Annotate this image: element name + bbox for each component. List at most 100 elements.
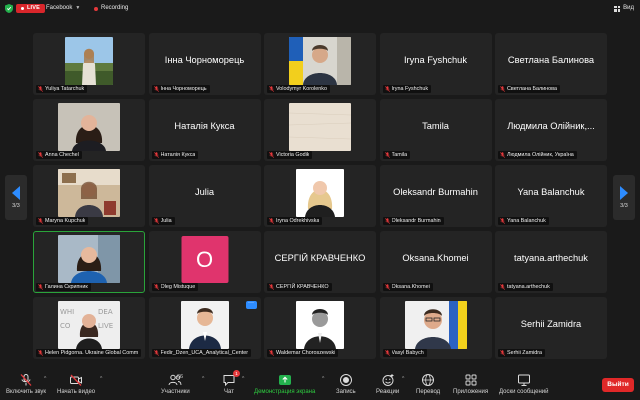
- participants-button[interactable]: 66 Участники: [161, 373, 190, 395]
- participant-name-caption: Tamila: [382, 151, 411, 159]
- participant-video-frame: [58, 169, 120, 217]
- participant-tile[interactable]: СЕРГІЙ КРАВЧЕНКО СЕРГІЙ КРАВЧЕНКО: [264, 231, 376, 293]
- participant-name-caption: Yana Balanchuk: [498, 217, 549, 225]
- participant-caption-text: Oleksandr Burmahin: [391, 218, 441, 224]
- participant-tile[interactable]: Waldemar Choroszewski: [264, 297, 376, 359]
- participant-tile[interactable]: tatyana.arthechuk tatyana.arthechuk: [495, 231, 607, 293]
- arrow-left-icon: [12, 186, 20, 200]
- participant-video-frame: WHI DEA CO LIVE: [58, 301, 120, 349]
- participant-display-name: Yana Balanchuk: [517, 187, 585, 197]
- gallery-grid-icon: [614, 5, 621, 12]
- reactions-button[interactable]: Реакции: [376, 373, 399, 395]
- participant-tile[interactable]: WHI DEA CO LIVE Helen Pidgorna. Ukraine Glob…: [33, 297, 145, 359]
- participant-video-frame: [404, 301, 467, 349]
- participant-caption-text: Serhii Zamidra: [507, 350, 543, 356]
- participant-tile[interactable]: Vasyl Babych: [379, 297, 492, 359]
- participant-tile[interactable]: Serhii Zamidra Serhii Zamidra: [495, 297, 607, 359]
- participant-caption-text: Oleg Mistuque: [160, 284, 196, 290]
- whiteboards-button[interactable]: Доски сообщений: [499, 373, 549, 395]
- microphone-muted-icon: [153, 152, 159, 158]
- share-screen-button[interactable]: Демонстрация экрана: [254, 373, 315, 395]
- svg-text:WHI: WHI: [60, 308, 74, 316]
- participant-caption-text: Наталія Кукса: [160, 152, 196, 158]
- video-options-caret-icon[interactable]: ^: [100, 376, 102, 382]
- participant-tile[interactable]: Oksana.Khomei Oksana.Khomei: [379, 231, 492, 293]
- participant-tile[interactable]: ··· Fedir_Dzen_UCA_Analytical_Center: [148, 297, 261, 359]
- participant-caption-text: Галина Скрипник: [45, 284, 88, 290]
- participant-name-caption: Helen Pidgorna. Ukraine Global Comm: [36, 349, 142, 357]
- unmute-button[interactable]: Включить звук: [6, 373, 46, 395]
- live-badge[interactable]: LIVE: [16, 4, 46, 13]
- participant-tile[interactable]: Tamila Tamila: [379, 99, 492, 161]
- participant-name-caption: Наталія Кукса: [151, 151, 199, 159]
- participant-tile[interactable]: Людмила Олійник,... Людмила Олійник, Укра…: [495, 99, 607, 161]
- reactions-smile-icon: [382, 374, 394, 386]
- tile-more-options-button[interactable]: ···: [245, 300, 257, 309]
- start-video-button[interactable]: Начать видео: [57, 373, 95, 395]
- chat-label: Чат: [224, 389, 234, 395]
- participant-tile[interactable]: Iryna Fyshchuk Iryna Fyshchuk: [379, 33, 492, 95]
- audio-options-caret-icon[interactable]: ^: [44, 376, 46, 382]
- participant-caption-text: Tamila: [391, 152, 408, 158]
- participants-options-caret-icon[interactable]: ^: [202, 376, 204, 382]
- participant-tile[interactable]: Светлана Балинова Светлана Балинова: [495, 33, 607, 95]
- record-button[interactable]: Запись: [336, 373, 356, 395]
- reactions-options-caret-icon[interactable]: ^: [402, 376, 404, 382]
- zoom-meeting-window: LIVE Facebook ▼ Recording Вид 3/3 3/3 Yu…: [0, 0, 640, 400]
- participant-caption-text: Waldemar Choroszewski: [276, 350, 336, 356]
- recording-indicator[interactable]: Recording: [94, 4, 128, 13]
- view-button[interactable]: Вид: [614, 4, 634, 13]
- participant-display-name: Людмила Олійник,...: [507, 121, 595, 131]
- participants-label: Участники: [161, 389, 190, 395]
- previous-page-button[interactable]: 3/3: [5, 175, 27, 220]
- participant-caption-text: Helen Pidgorna. Ukraine Global Comm: [45, 350, 139, 356]
- chat-options-caret-icon[interactable]: ^: [242, 376, 244, 382]
- chat-button[interactable]: 1 Чат: [222, 370, 240, 395]
- participant-tile[interactable]: Наталія Кукса Наталія Кукса: [148, 99, 261, 161]
- microphone-muted-icon: [38, 350, 43, 356]
- participant-tile[interactable]: Anna Chechel: [33, 99, 145, 161]
- participant-tile[interactable]: Галина Скрипник: [33, 231, 145, 293]
- whiteboards-label: Доски сообщений: [499, 389, 549, 395]
- live-label: LIVE: [27, 5, 41, 11]
- participant-tile[interactable]: Maryna Kupchuk: [33, 165, 145, 227]
- participant-name-caption: Waldemar Choroszewski: [267, 349, 339, 357]
- participant-name-caption: Інна Чорноморець: [151, 85, 210, 93]
- participant-tile[interactable]: Yuliya Tatarchuk: [33, 33, 145, 95]
- security-shield-icon[interactable]: [5, 4, 13, 13]
- participant-tile[interactable]: Oleksandr Burmahin Oleksandr Burmahin: [379, 165, 492, 227]
- microphone-muted-icon: [384, 284, 390, 290]
- translate-button[interactable]: Перевод: [416, 373, 440, 395]
- participant-caption-text: Maryna Kupchuk: [45, 218, 86, 224]
- participant-tile[interactable]: Julia Julia: [148, 165, 261, 227]
- participant-tile[interactable]: Victoria Godik: [264, 99, 376, 161]
- participant-name-caption: Oleksandr Burmahin: [382, 217, 444, 225]
- svg-text:CO: CO: [60, 322, 71, 330]
- microphone-muted-icon: [153, 284, 159, 290]
- participant-name-caption: Maryna Kupchuk: [36, 217, 89, 225]
- participant-video-frame: [296, 169, 344, 217]
- participant-caption-text: Yuliya Tatarchuk: [45, 86, 85, 92]
- participant-tile[interactable]: Iryna Odrekhivska: [264, 165, 376, 227]
- page-indicator: 3/3: [620, 203, 628, 209]
- record-label: Запись: [336, 389, 356, 395]
- participant-initial-avatar: O: [181, 236, 228, 283]
- apps-button[interactable]: Приложения: [453, 373, 488, 395]
- live-target-dropdown[interactable]: Facebook ▼: [46, 4, 80, 13]
- participant-tile[interactable]: Інна Чорноморець Інна Чорноморець: [148, 33, 261, 95]
- participant-video-frame: [58, 235, 120, 283]
- start-video-label: Начать видео: [57, 389, 96, 395]
- participant-tile[interactable]: O Oleg Mistuque: [148, 231, 261, 293]
- microphone-muted-icon: [38, 86, 43, 92]
- participant-caption-text: Volodymyr Korolenko: [276, 86, 327, 92]
- next-page-button[interactable]: 3/3: [613, 175, 635, 220]
- participant-caption-text: СЕРГІЙ КРАВЧЕНКО: [276, 284, 329, 290]
- participant-tile[interactable]: Volodymyr Korolenko: [264, 33, 376, 95]
- participant-name-caption: Anna Chechel: [36, 151, 82, 159]
- participant-name-caption: Victoria Godik: [267, 151, 313, 159]
- record-icon: [339, 374, 352, 386]
- leave-button[interactable]: Выйти: [602, 378, 634, 392]
- participant-name-caption: tatyana.arthechuk: [498, 283, 553, 291]
- share-options-caret-icon[interactable]: ^: [322, 376, 324, 382]
- participant-tile[interactable]: Yana Balanchuk Yana Balanchuk: [495, 165, 607, 227]
